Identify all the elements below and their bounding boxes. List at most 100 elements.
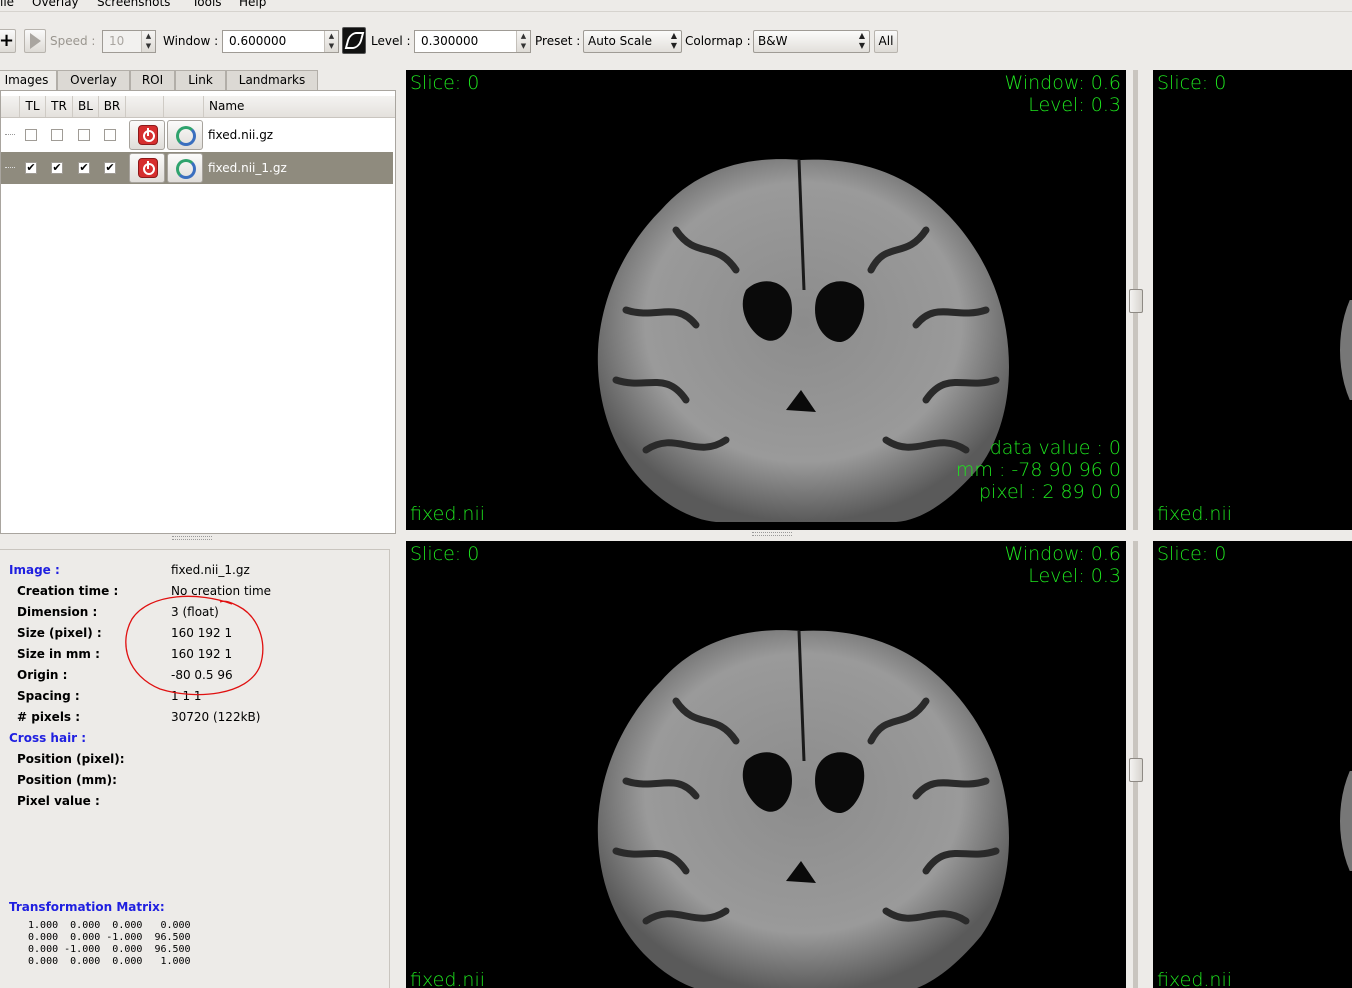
invert-icon [344, 32, 365, 49]
reload-image-button[interactable] [167, 153, 203, 183]
tab-link[interactable]: Link [175, 70, 226, 91]
crosshair-heading: Cross hair : [9, 731, 87, 745]
speed-label: Speed : [50, 34, 96, 48]
level-stepper-icon[interactable]: ▲ ▼ [516, 31, 530, 52]
view-splitter[interactable] [752, 532, 792, 536]
slice-slider-top[interactable] [1129, 289, 1143, 313]
colormap-label: Colormap : [685, 34, 751, 48]
data-value-overlay: data value : 0 [989, 437, 1121, 459]
brain-image [597, 630, 1009, 988]
header-bl[interactable]: BL [73, 96, 99, 117]
remove-image-button[interactable] [129, 120, 165, 150]
slice-label: Slice: 0 [410, 72, 480, 94]
colormap-select[interactable]: B&W ▲ ▼ [753, 30, 870, 53]
preset-select[interactable]: Auto Scale ▲ ▼ [583, 30, 682, 53]
level-label: Level : [371, 34, 411, 48]
position-mm-label: Position (mm): [17, 773, 117, 787]
invert-button[interactable] [342, 27, 366, 54]
header-blank [1, 96, 20, 117]
slice-label: Slice: 0 [1157, 543, 1227, 565]
level-overlay: Level: 0.3 [1028, 565, 1121, 587]
menu-file[interactable]: ile [0, 0, 14, 10]
tab-landmarks[interactable]: Landmarks [226, 70, 318, 91]
toolbar: + Speed : 10 ▲ ▼ Window : 0.600000 ▲ ▼ Lev… [0, 20, 1352, 64]
checkbox-br[interactable] [104, 129, 116, 141]
pixel-count-value: 30720 (122kB) [171, 710, 261, 724]
power-icon [138, 125, 158, 145]
view-bottom-left[interactable]: Slice: 0 Window: 0.6 Level: 0.3 fixed.ni… [406, 541, 1126, 988]
view-bottom-right[interactable]: Slice: 0 fixed.nii [1153, 541, 1352, 988]
header-tr[interactable]: TR [46, 96, 73, 117]
header-tl[interactable]: TL [20, 96, 46, 117]
crosshair-icon: + [0, 30, 15, 51]
pixel-count-label: # pixels : [17, 710, 81, 724]
menu-screenshots[interactable]: Screenshots [97, 0, 170, 10]
header-remove [126, 96, 164, 117]
reload-icon [176, 159, 196, 179]
speed-stepper-icon[interactable]: ▲ ▼ [141, 31, 155, 52]
view-top-right[interactable]: Slice: 0 fixed.nii [1153, 70, 1352, 530]
image-name: fixed.nii_1.gz [208, 161, 287, 175]
menu-tools[interactable]: Tools [192, 0, 222, 10]
window-stepper-icon[interactable]: ▲ ▼ [324, 31, 338, 52]
slice-label: Slice: 0 [410, 543, 480, 565]
checkbox-tr[interactable]: ✔ [51, 162, 63, 174]
menu-bar: ile Overlay Screenshots Tools Help [0, 0, 1352, 12]
pixel-overlay: pixel : 2 89 0 0 [978, 481, 1121, 503]
header-br[interactable]: BR [99, 96, 126, 117]
menu-help[interactable]: Help [239, 0, 266, 10]
preset-value: Auto Scale [588, 34, 652, 48]
checkbox-bl[interactable] [78, 129, 90, 141]
checkbox-tr[interactable] [51, 129, 63, 141]
all-button[interactable]: All [874, 30, 898, 53]
annotation-circle [125, 595, 264, 696]
slice-label: Slice: 0 [1157, 72, 1227, 94]
window-value: 0.600000 [229, 34, 287, 48]
tab-roi[interactable]: ROI [130, 70, 175, 91]
list-item-selected[interactable]: ✔ ✔ ✔ ✔ fixed.nii_1.gz [1, 152, 393, 184]
pixel-value-label: Pixel value : [17, 794, 100, 808]
play-button[interactable] [24, 29, 46, 53]
tree-branch-icon [5, 167, 15, 168]
image-value: fixed.nii_1.gz [171, 563, 250, 577]
checkbox-tl[interactable] [25, 129, 37, 141]
brain-image-edge [1340, 771, 1352, 871]
power-icon [138, 158, 158, 178]
transform-heading: Transformation Matrix: [9, 900, 165, 914]
reload-image-button[interactable] [167, 120, 203, 150]
position-pixel-label: Position (pixel): [17, 752, 125, 766]
checkbox-bl[interactable]: ✔ [78, 162, 90, 174]
level-value: 0.300000 [421, 34, 479, 48]
image-name-overlay: fixed.nii [410, 503, 486, 525]
header-name[interactable]: Name [204, 96, 395, 117]
brain-image-edge [1340, 300, 1352, 400]
preset-label: Preset : [535, 34, 581, 48]
checkbox-br[interactable]: ✔ [104, 162, 116, 174]
remove-image-button[interactable] [129, 153, 165, 183]
creation-time-label: Creation time : [17, 584, 119, 598]
crosshair-button[interactable]: + [0, 29, 16, 53]
image-list[interactable]: TL TR BL BR Name fixed.nii.gz ✔ ✔ ✔ ✔ fi… [0, 90, 396, 534]
spacing-label: Spacing : [17, 689, 80, 703]
image-name: fixed.nii.gz [208, 128, 274, 142]
speed-spinbox[interactable]: 10 ▲ ▼ [102, 30, 156, 53]
list-item[interactable]: fixed.nii.gz [1, 119, 393, 151]
tab-images[interactable]: Images [0, 70, 57, 92]
list-header: TL TR BL BR Name [1, 96, 395, 118]
window-overlay: Window: 0.6 [1004, 543, 1121, 565]
left-tabs: Images Overlay ROI Link Landmarks [0, 70, 398, 92]
image-heading: Image : [9, 563, 60, 577]
view-top-left[interactable]: Slice: 0 Window: 0.6 Level: 0.3 data val… [406, 70, 1126, 530]
colormap-dropdown-icon: ▲ ▼ [858, 31, 865, 50]
image-name-overlay: fixed.nii [1157, 503, 1233, 525]
level-spinbox[interactable]: 0.300000 ▲ ▼ [414, 30, 531, 53]
slice-slider-bottom[interactable] [1129, 758, 1143, 782]
menu-overlay[interactable]: Overlay [32, 0, 79, 10]
window-spinbox[interactable]: 0.600000 ▲ ▼ [222, 30, 339, 53]
size-pixel-label: Size (pixel) : [17, 626, 102, 640]
transform-matrix: 1.000 0.000 0.000 0.000 0.000 0.000 -1.0… [28, 920, 191, 967]
tab-overlay[interactable]: Overlay [57, 70, 130, 91]
panel-splitter[interactable] [172, 536, 212, 540]
speed-value: 10 [109, 34, 125, 48]
checkbox-tl[interactable]: ✔ [25, 162, 37, 174]
